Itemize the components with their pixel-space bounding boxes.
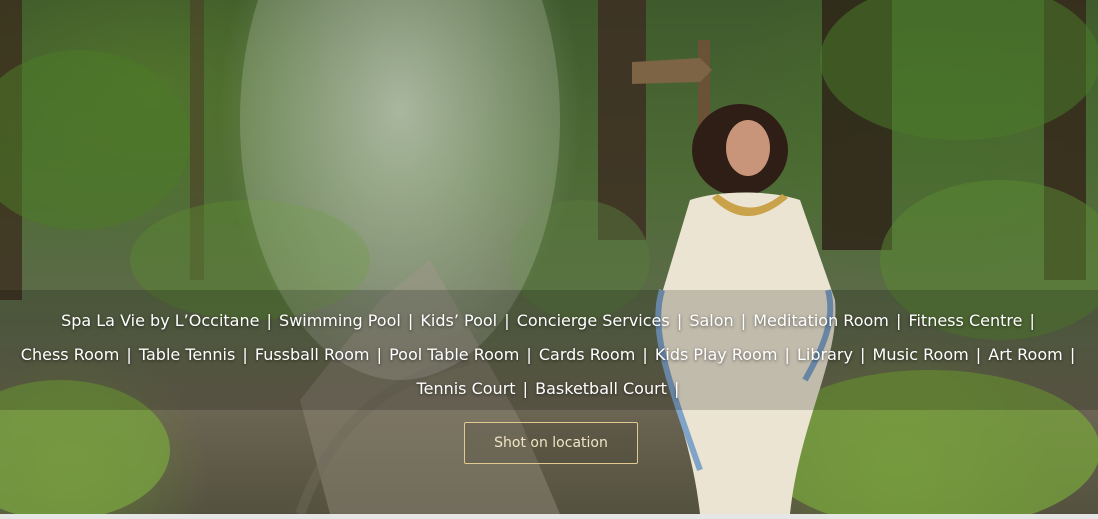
separator: | (526, 345, 532, 364)
amenity-item: Pool Table Room (389, 345, 520, 364)
amenity-item: Swimming Pool (279, 311, 401, 330)
amenity-item: Salon (689, 311, 734, 330)
amenity-item: Music Room (872, 345, 969, 364)
amenity-item: Basketball Court (535, 379, 667, 398)
separator: | (642, 345, 648, 364)
signpost-board (632, 58, 712, 84)
amenity-item: Table Tennis (138, 345, 236, 364)
separator: | (860, 345, 866, 364)
separator: | (784, 345, 790, 364)
separator: | (674, 379, 680, 398)
hero-banner: Spa La Vie by L’Occitane | Swimming Pool… (0, 0, 1098, 514)
amenity-item: Art Room (988, 345, 1063, 364)
separator: | (1029, 311, 1035, 330)
separator: | (740, 311, 747, 330)
separator: | (376, 345, 382, 364)
amenity-item: Cards Room (538, 345, 636, 364)
woman-face (726, 120, 770, 176)
amenities-list: Spa La Vie by L’Occitane | Swimming Pool… (20, 304, 1078, 406)
foliage (0, 50, 190, 230)
separator: | (1069, 345, 1076, 364)
amenity-item: Concierge Services (516, 311, 670, 330)
separator: | (407, 311, 414, 330)
amenity-item: Library (796, 345, 853, 364)
amenity-item: Kids’ Pool (420, 311, 498, 330)
amenity-item: Fitness Centre (908, 311, 1023, 330)
separator: | (242, 345, 248, 364)
shot-on-location-button[interactable]: Shot on location (464, 422, 638, 464)
separator: | (676, 311, 683, 330)
amenity-item: Kids Play Room (654, 345, 778, 364)
amenity-item: Spa La Vie by L’Occitane (61, 311, 260, 330)
separator: | (126, 345, 132, 364)
bottom-strip (0, 514, 1098, 519)
amenity-item: Chess Room (20, 345, 120, 364)
separator: | (522, 379, 529, 398)
separator: | (975, 345, 982, 364)
separator: | (266, 311, 272, 330)
separator: | (504, 311, 510, 330)
tree-trunk (598, 0, 646, 240)
amenity-item: Tennis Court (416, 379, 516, 398)
amenity-item: Fussball Room (254, 345, 370, 364)
separator: | (895, 311, 902, 330)
amenity-item: Meditation Room (753, 311, 889, 330)
